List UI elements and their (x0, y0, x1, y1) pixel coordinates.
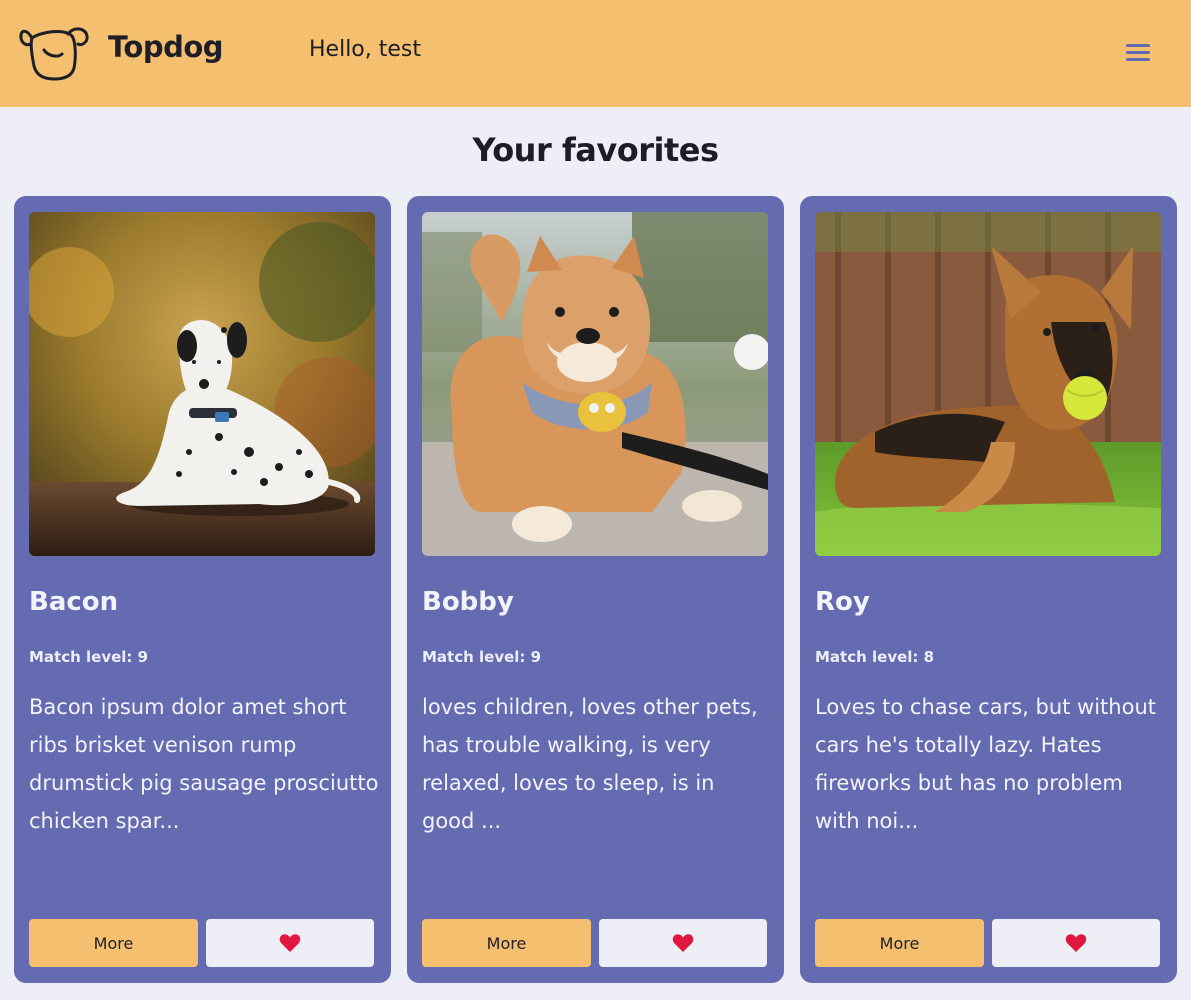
favorite-button[interactable] (992, 919, 1160, 967)
dog-name: Bacon (29, 587, 119, 617)
hamburger-menu-icon[interactable] (1122, 41, 1154, 69)
dalmatian-dog-photo (29, 212, 375, 556)
more-button[interactable]: More (29, 919, 198, 967)
dog-description: Bacon ipsum dolor amet short ribs briske… (29, 695, 379, 833)
match-level: Match level: 9 (29, 648, 149, 666)
match-level: Match level: 9 (422, 648, 542, 666)
heart-icon (672, 934, 694, 952)
dog-description: Loves to chase cars, but without cars he… (815, 695, 1156, 833)
favorite-button[interactable] (599, 919, 767, 967)
german-shepherd-dog-photo (815, 212, 1161, 556)
dog-card: Roy Match level: 8 Loves to chase cars, … (800, 196, 1177, 983)
more-button[interactable]: More (422, 919, 591, 967)
more-button[interactable]: More (815, 919, 984, 967)
heart-icon (1065, 934, 1087, 952)
brand-name[interactable]: Topdog (108, 30, 224, 64)
dog-name: Roy (815, 587, 870, 617)
match-level: Match level: 8 (815, 648, 935, 666)
dog-description: loves children, loves other pets, has tr… (422, 695, 758, 833)
dog-card: Bacon Match level: 9 Bacon ipsum dolor a… (14, 196, 391, 983)
heart-icon (279, 934, 301, 952)
favorite-button[interactable] (206, 919, 374, 967)
page-title: Your favorites (472, 131, 719, 169)
dog-name: Bobby (422, 587, 514, 617)
dog-face-icon[interactable] (18, 24, 90, 82)
dog-photo (815, 212, 1161, 556)
dog-photo (422, 212, 768, 556)
shiba-inu-dog-photo (422, 212, 768, 556)
dog-card: Bobby Match level: 9 loves children, lov… (407, 196, 784, 983)
app-header: Topdog Hello, test (0, 0, 1191, 107)
dog-photo (29, 212, 375, 556)
user-greeting: Hello, test (309, 37, 421, 62)
